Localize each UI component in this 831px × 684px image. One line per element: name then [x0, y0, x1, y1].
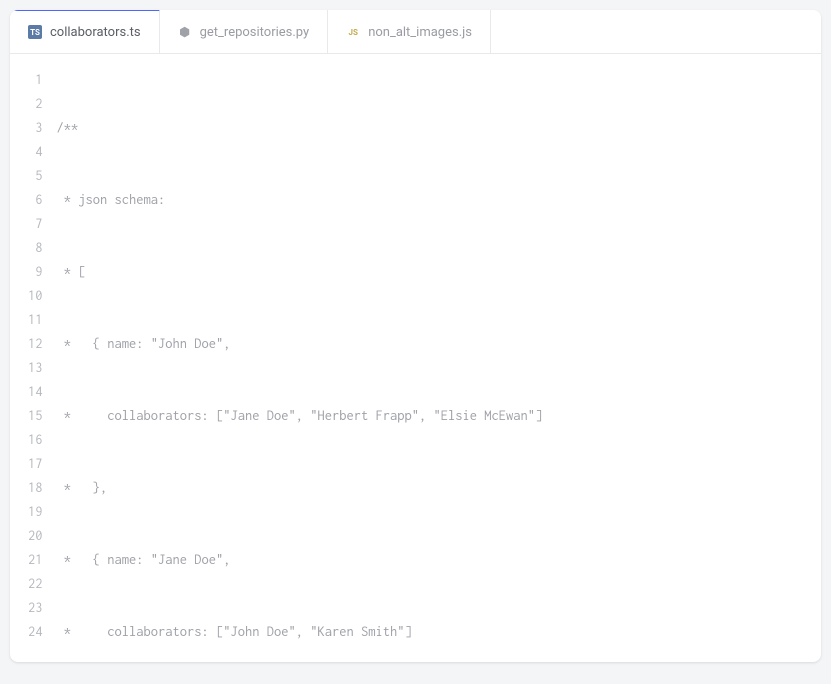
- tab-non-alt-images-js[interactable]: JS non_alt_images.js: [328, 10, 491, 54]
- line-number: 7: [28, 212, 43, 236]
- tab-label: get_repositories.py: [200, 25, 310, 40]
- tab-collaborators-ts[interactable]: TS collaborators.ts: [10, 10, 160, 53]
- line-number: 17: [28, 452, 43, 476]
- line-number: 9: [28, 260, 43, 284]
- line-number: 12: [28, 332, 43, 356]
- code-line: * { name: "John Doe",: [57, 332, 822, 356]
- line-number: 15: [28, 404, 43, 428]
- line-number: 18: [28, 476, 43, 500]
- py-icon: ⬢: [178, 25, 192, 39]
- code-area[interactable]: 123456789101112131415161718192021222324 …: [10, 54, 821, 662]
- line-number: 4: [28, 140, 43, 164]
- js-icon: JS: [346, 25, 360, 39]
- code-line: /**: [57, 116, 822, 140]
- code-editor: TS collaborators.ts ⬢ get_repositories.p…: [10, 10, 821, 662]
- line-number: 8: [28, 236, 43, 260]
- code-content[interactable]: /** * json schema: * [ * { name: "John D…: [57, 68, 822, 662]
- line-number: 21: [28, 548, 43, 572]
- tab-label: non_alt_images.js: [368, 25, 472, 40]
- line-number: 3: [28, 116, 43, 140]
- code-line: * },: [57, 476, 822, 500]
- line-number: 22: [28, 572, 43, 596]
- tab-label: collaborators.ts: [50, 25, 141, 40]
- line-number: 24: [28, 620, 43, 644]
- line-number: 19: [28, 500, 43, 524]
- line-number: 5: [28, 164, 43, 188]
- code-line: * collaborators: ["John Doe", "Karen Smi…: [57, 620, 822, 644]
- line-number-gutter: 123456789101112131415161718192021222324: [10, 68, 57, 662]
- line-number: 13: [28, 356, 43, 380]
- code-line: * { name: "Jane Doe",: [57, 548, 822, 572]
- line-number: 23: [28, 596, 43, 620]
- code-line: * json schema:: [57, 188, 822, 212]
- line-number: 1: [28, 68, 43, 92]
- code-line: * [: [57, 260, 822, 284]
- line-number: 14: [28, 380, 43, 404]
- tab-get-repositories-py[interactable]: ⬢ get_repositories.py: [160, 10, 329, 54]
- ts-icon: TS: [28, 25, 42, 39]
- code-line: * collaborators: ["Jane Doe", "Herbert F…: [57, 404, 822, 428]
- line-number: 6: [28, 188, 43, 212]
- tab-bar: TS collaborators.ts ⬢ get_repositories.p…: [10, 10, 821, 54]
- line-number: 11: [28, 308, 43, 332]
- line-number: 16: [28, 428, 43, 452]
- line-number: 10: [28, 284, 43, 308]
- line-number: 20: [28, 524, 43, 548]
- line-number: 2: [28, 92, 43, 116]
